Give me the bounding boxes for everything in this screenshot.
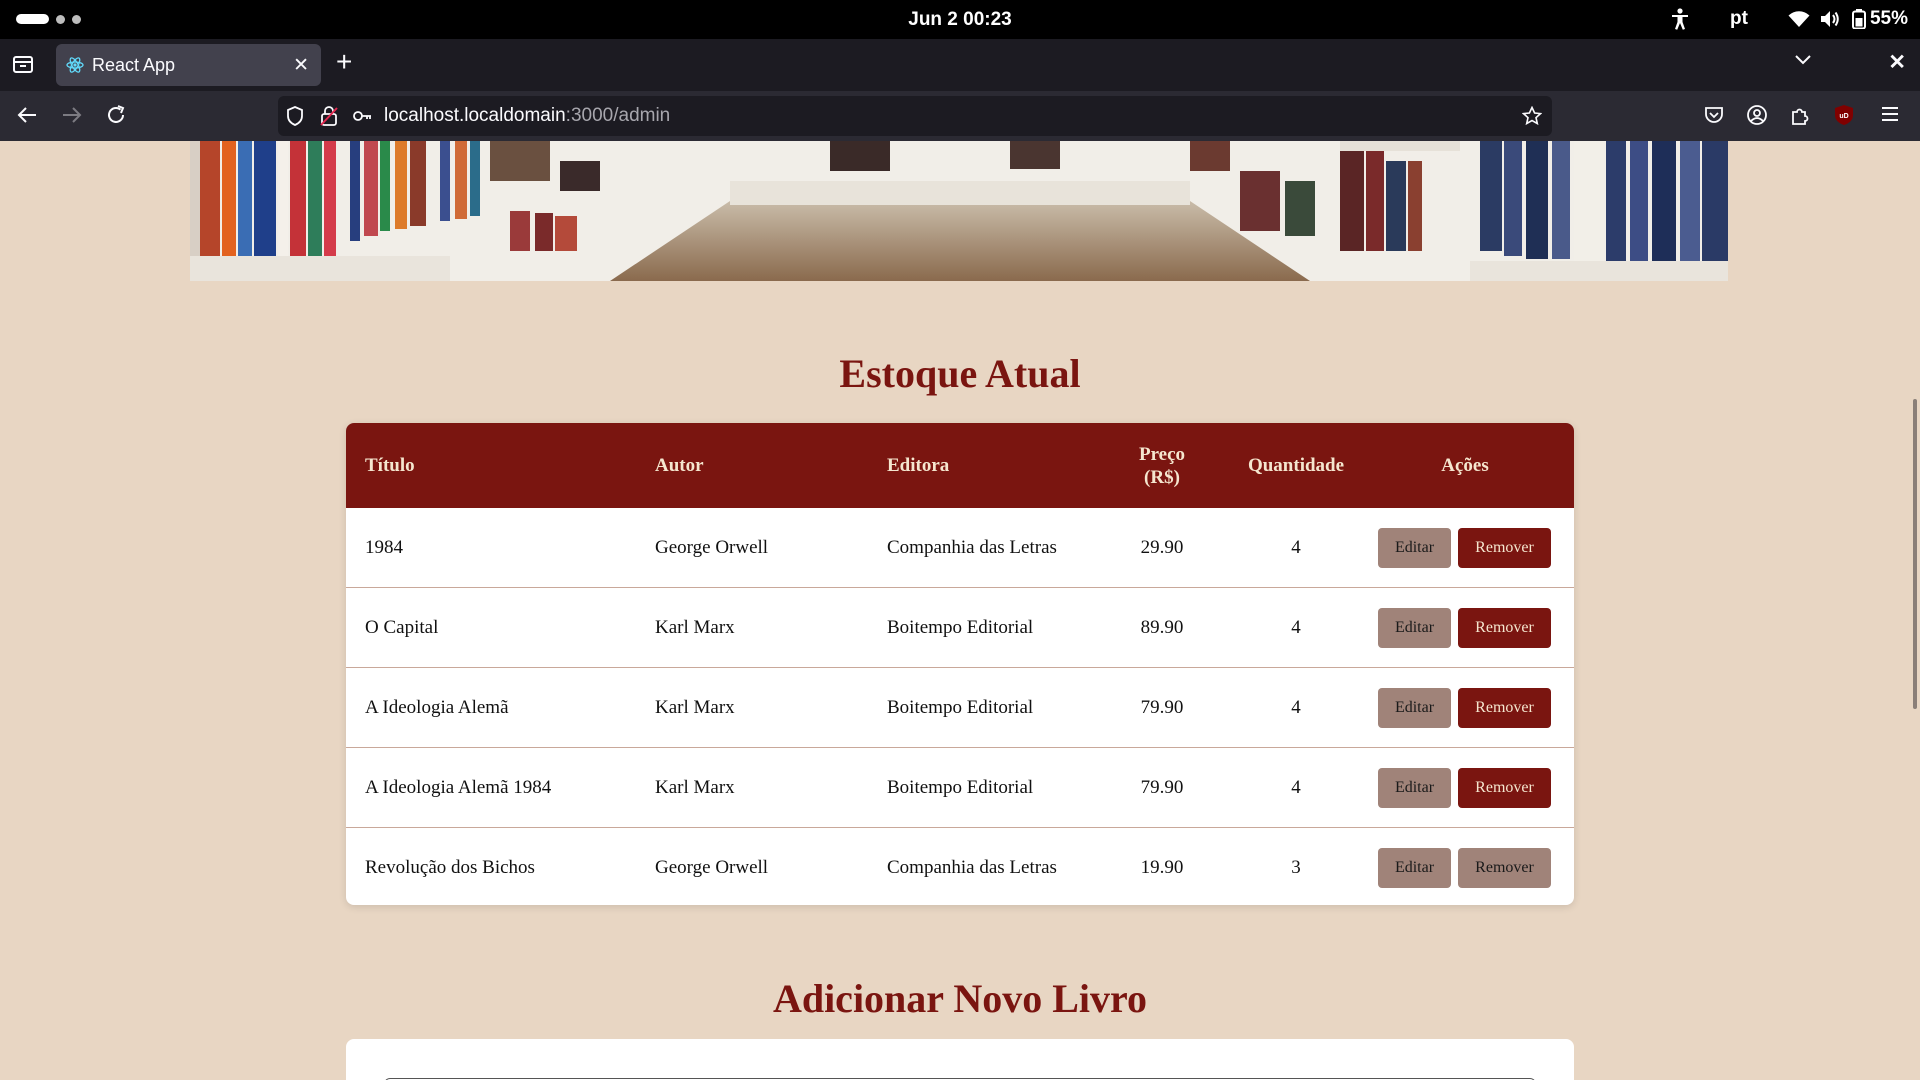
edit-button[interactable]: Editar xyxy=(1378,848,1451,888)
browser-nav-bar: localhost.localdomain:3000/admin uD xyxy=(0,91,1920,141)
table-row: 1984 George Orwell Companhia das Letras 29.… xyxy=(346,508,1574,588)
cell-author: Karl Marx xyxy=(655,697,735,718)
column-header-publisher: Editora xyxy=(887,454,950,476)
cell-author: Karl Marx xyxy=(655,777,735,798)
edit-button[interactable]: Editar xyxy=(1378,688,1451,728)
shield-icon[interactable] xyxy=(286,106,304,131)
column-header-price-unit: (R$) xyxy=(1144,466,1180,488)
tab-react-app[interactable]: React App ✕ xyxy=(56,44,321,86)
accessibility-icon[interactable] xyxy=(1670,8,1690,30)
table-row: Revolução dos Bichos George Orwell Companh… xyxy=(346,828,1574,905)
key-icon[interactable] xyxy=(352,106,372,131)
cell-author: George Orwell xyxy=(655,857,769,878)
keyboard-language[interactable]: pt xyxy=(1730,8,1748,30)
cell-title: A Ideologia Alemã xyxy=(365,697,509,718)
table-row: A Ideologia Alemã Karl Marx Boitempo Edito… xyxy=(346,668,1574,748)
wifi-icon[interactable] xyxy=(1788,10,1810,28)
cell-publisher: Boitempo Editorial xyxy=(887,777,1034,798)
react-logo-icon xyxy=(66,56,84,79)
table-row: O Capital Karl Marx Boitempo Editorial 89.9… xyxy=(346,588,1574,668)
back-icon[interactable] xyxy=(16,104,38,131)
tab-overview-icon[interactable] xyxy=(12,54,34,79)
cell-publisher: Companhia das Letras xyxy=(887,537,1057,558)
chevron-down-icon[interactable] xyxy=(1794,53,1812,71)
column-header-author: Autor xyxy=(655,454,704,476)
remove-button[interactable]: Remover xyxy=(1458,528,1551,568)
bookmark-star-icon[interactable] xyxy=(1521,105,1543,131)
close-window-icon[interactable]: ✕ xyxy=(1888,50,1906,75)
edit-button[interactable]: Editar xyxy=(1378,768,1451,808)
insecure-lock-icon[interactable] xyxy=(320,106,338,131)
cell-price: 89.90 xyxy=(1140,617,1184,638)
close-tab-icon[interactable]: ✕ xyxy=(293,54,309,77)
new-tab-icon[interactable]: + xyxy=(336,48,352,76)
cell-author: Karl Marx xyxy=(655,617,735,638)
cell-publisher: Boitempo Editorial xyxy=(887,617,1034,638)
battery-indicator[interactable]: 55% xyxy=(1851,8,1908,30)
cell-publisher: Boitempo Editorial xyxy=(887,697,1034,718)
edit-button[interactable]: Editar xyxy=(1378,528,1451,568)
battery-icon xyxy=(1851,9,1866,29)
stock-heading: Estoque Atual xyxy=(839,351,1081,396)
extensions-icon[interactable] xyxy=(1789,104,1811,131)
cell-quantity: 4 xyxy=(1291,537,1301,558)
forward-icon[interactable] xyxy=(61,104,83,131)
remove-button[interactable]: Remover xyxy=(1458,848,1551,888)
cell-price: 79.90 xyxy=(1140,777,1184,798)
page-content: Estoque Atual Título Autor Editora Preço… xyxy=(0,141,1920,1080)
cell-quantity: 4 xyxy=(1291,617,1301,638)
svg-text:uD: uD xyxy=(1839,113,1848,120)
menu-icon[interactable] xyxy=(1880,104,1900,129)
url-host: localhost.localdomain xyxy=(384,105,566,126)
reload-icon[interactable] xyxy=(105,104,127,131)
table-row: A Ideologia Alemã 1984 Karl Marx Boitempo … xyxy=(346,748,1574,828)
pocket-icon[interactable] xyxy=(1703,104,1725,131)
tab-title: React App xyxy=(92,55,176,75)
column-header-price: Preço (R$) xyxy=(1112,423,1212,508)
page-scrollbar[interactable] xyxy=(1913,399,1917,709)
ublock-origin-icon[interactable]: uD xyxy=(1833,104,1855,131)
cell-price: 29.90 xyxy=(1140,537,1184,558)
column-header-price-label: Preço xyxy=(1138,443,1186,465)
cell-title: O Capital xyxy=(365,617,439,638)
library-banner-image xyxy=(190,141,1728,281)
system-top-bar: Jun 2 00:23 pt 55% xyxy=(0,0,1920,39)
remove-button[interactable]: Remover xyxy=(1458,608,1551,648)
volume-icon[interactable] xyxy=(1820,10,1840,28)
browser-tab-bar: React App ✕ + ✕ xyxy=(0,39,1920,91)
table-header: Título Autor Editora Preço (R$) Quantida… xyxy=(346,423,1574,508)
cell-quantity: 3 xyxy=(1291,857,1301,878)
cell-quantity: 4 xyxy=(1291,697,1301,718)
stock-table: Título Autor Editora Preço (R$) Quantida… xyxy=(346,423,1574,905)
cell-quantity: 4 xyxy=(1291,777,1301,798)
cell-title: 1984 xyxy=(365,537,403,558)
add-book-heading: Adicionar Novo Livro xyxy=(772,976,1148,1021)
remove-button[interactable]: Remover xyxy=(1458,768,1551,808)
cell-title: A Ideologia Alemã 1984 xyxy=(365,777,552,798)
cell-price: 79.90 xyxy=(1140,697,1184,718)
system-clock[interactable]: Jun 2 00:23 xyxy=(0,9,1920,31)
column-header-title: Título xyxy=(365,454,415,476)
add-book-form xyxy=(346,1039,1574,1080)
url-path: :3000/admin xyxy=(565,105,671,126)
column-header-quantity: Quantidade xyxy=(1247,455,1345,476)
account-icon[interactable] xyxy=(1746,104,1768,131)
column-header-actions: Ações xyxy=(1441,455,1489,476)
edit-button[interactable]: Editar xyxy=(1378,608,1451,648)
url-text[interactable]: localhost.localdomain:3000/admin xyxy=(384,105,670,127)
cell-title: Revolução dos Bichos xyxy=(365,857,535,878)
cell-publisher: Companhia das Letras xyxy=(887,857,1057,878)
address-bar[interactable]: localhost.localdomain:3000/admin xyxy=(278,96,1552,136)
cell-author: George Orwell xyxy=(655,537,769,558)
remove-button[interactable]: Remover xyxy=(1458,688,1551,728)
battery-percent: 55% xyxy=(1869,8,1908,29)
cell-price: 19.90 xyxy=(1140,857,1184,878)
